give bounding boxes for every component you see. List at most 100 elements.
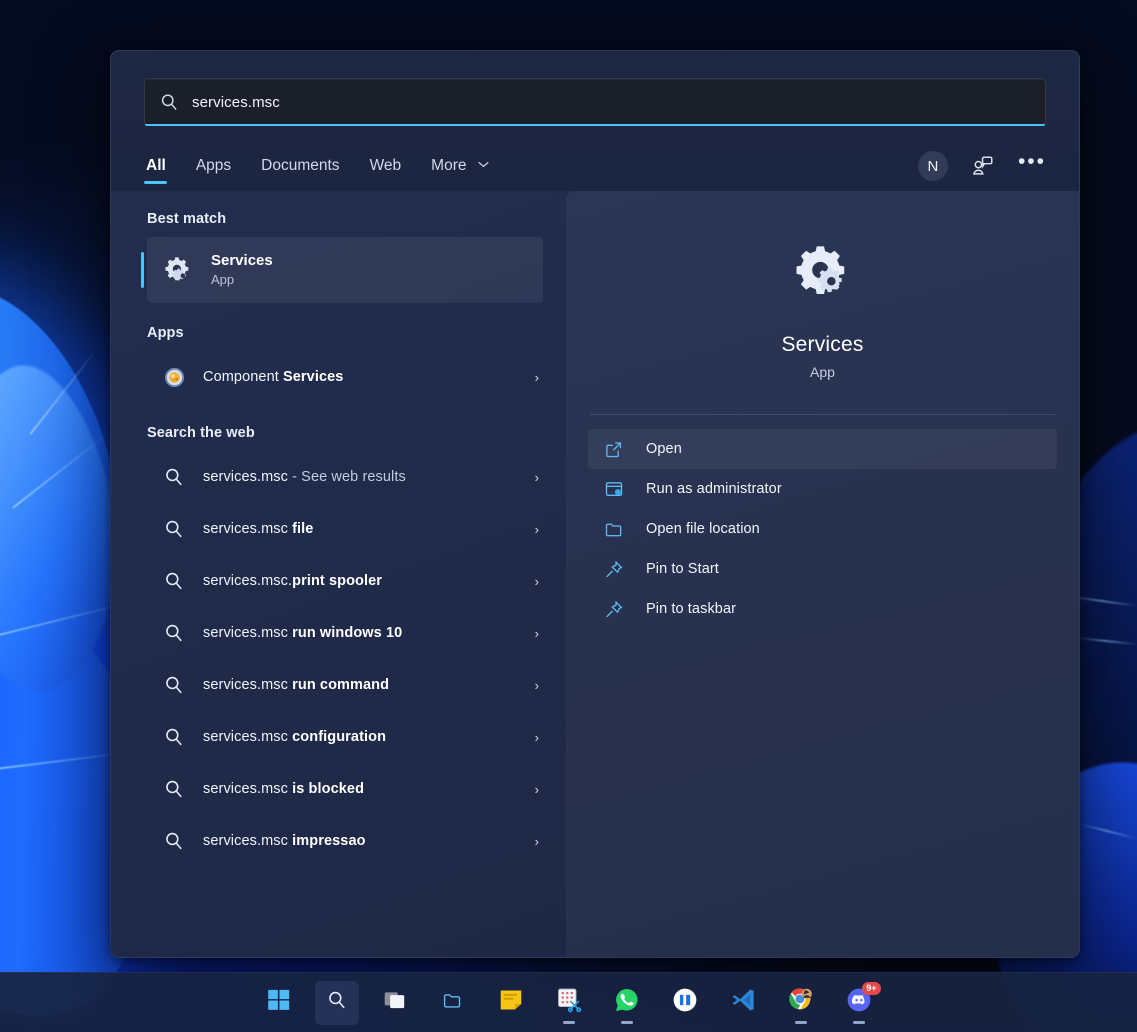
- task-view-button[interactable]: [373, 981, 417, 1025]
- action-label: Run as administrator: [646, 481, 782, 497]
- sticky-notes-button[interactable]: [489, 981, 533, 1025]
- web-result-label: services.msc file: [203, 521, 314, 537]
- whatsapp-icon: [614, 987, 640, 1018]
- action-label: Open: [646, 441, 682, 457]
- preview-header: Services App: [588, 209, 1057, 380]
- messenger-button[interactable]: [663, 981, 707, 1025]
- action-open[interactable]: Open: [588, 429, 1057, 469]
- start-button[interactable]: [257, 981, 301, 1025]
- tab-web-label: Web: [369, 157, 402, 174]
- chevron-right-icon[interactable]: ›: [535, 678, 539, 693]
- web-result-item[interactable]: services.msc.print spooler ›: [147, 555, 543, 607]
- taskbar: 9+: [0, 972, 1137, 1032]
- web-result-item[interactable]: services.msc configuration ›: [147, 711, 543, 763]
- best-match-subtitle: App: [211, 272, 235, 287]
- preview-actions-list: Open Run as administrator Open file locati…: [588, 429, 1057, 629]
- search-tabs: All Apps Documents Web More: [144, 154, 491, 188]
- running-indicator: [562, 1020, 575, 1024]
- file-explorer-button[interactable]: [431, 981, 475, 1025]
- tab-documents-label: Documents: [261, 157, 340, 174]
- web-result-item[interactable]: services.msc file ›: [147, 503, 543, 555]
- messenger-icon: [672, 987, 698, 1018]
- snipping-tool-button[interactable]: [547, 981, 591, 1025]
- chevron-right-icon[interactable]: ›: [535, 370, 539, 385]
- task-view-icon: [382, 987, 408, 1018]
- search-flyout: services.msc All Apps Documents Web More: [110, 50, 1080, 958]
- tab-more[interactable]: More: [429, 154, 491, 188]
- tab-all[interactable]: All: [144, 154, 168, 188]
- web-result-item[interactable]: services.msc is blocked ›: [147, 763, 543, 815]
- action-pin-to-start[interactable]: Pin to Start: [588, 549, 1057, 589]
- whatsapp-button[interactable]: [605, 981, 649, 1025]
- notification-badge: 9+: [862, 981, 881, 995]
- app-preview-panel: Services App Open Run as administrator Ope…: [566, 191, 1079, 957]
- feedback-icon[interactable]: [970, 153, 996, 179]
- list-item-label: Component Services: [203, 369, 344, 385]
- web-result-label: services.msc impressao: [203, 833, 366, 849]
- action-pin-to-taskbar[interactable]: Pin to taskbar: [588, 589, 1057, 629]
- gears-icon: [792, 241, 854, 303]
- search-icon: [159, 92, 179, 112]
- search-the-web-heading: Search the web: [147, 425, 255, 441]
- list-item-component-services[interactable]: Component Services ›: [147, 351, 543, 403]
- pin-icon: [604, 599, 624, 619]
- tab-apps[interactable]: Apps: [194, 154, 233, 188]
- search-input-value: services.msc: [192, 93, 280, 111]
- web-result-item[interactable]: services.msc - See web results ›: [147, 451, 543, 503]
- chevron-right-icon[interactable]: ›: [535, 522, 539, 537]
- results-column: Best match Services App Apps Component S…: [111, 191, 566, 957]
- discord-button[interactable]: 9+: [837, 981, 881, 1025]
- search-input[interactable]: services.msc: [144, 78, 1046, 126]
- tab-all-label: All: [146, 157, 166, 174]
- search-icon: [162, 777, 186, 801]
- web-result-item[interactable]: services.msc run windows 10 ›: [147, 607, 543, 659]
- chevron-right-icon[interactable]: ›: [535, 834, 539, 849]
- action-run-as-administrator[interactable]: Run as administrator: [588, 469, 1057, 509]
- action-open-file-location[interactable]: Open file location: [588, 509, 1057, 549]
- chevron-right-icon[interactable]: ›: [535, 626, 539, 641]
- gears-icon: [162, 254, 194, 286]
- preview-app-title: Services: [781, 333, 864, 356]
- windows-logo-icon: [266, 987, 292, 1018]
- tab-web[interactable]: Web: [368, 154, 404, 188]
- web-result-label: services.msc is blocked: [203, 781, 365, 797]
- chevron-right-icon[interactable]: ›: [535, 782, 539, 797]
- action-label: Pin to Start: [646, 561, 719, 577]
- search-body: Best match Services App Apps Component S…: [111, 191, 1079, 957]
- search-header: services.msc All Apps Documents Web More: [111, 51, 1079, 191]
- vscode-button[interactable]: [721, 981, 765, 1025]
- search-icon: [162, 569, 186, 593]
- web-result-label: services.msc run command: [203, 677, 390, 693]
- snipping-tool-icon: [556, 987, 582, 1018]
- preview-app-subtitle: App: [810, 364, 835, 380]
- chevron-right-icon[interactable]: ›: [535, 730, 539, 745]
- preview-divider: [590, 414, 1055, 415]
- search-icon: [162, 725, 186, 749]
- best-match-title: Services: [211, 252, 273, 269]
- search-icon: [162, 465, 186, 489]
- chevron-right-icon[interactable]: ›: [535, 574, 539, 589]
- web-result-label: services.msc run windows 10: [203, 625, 403, 641]
- web-result-item[interactable]: services.msc impressao ›: [147, 815, 543, 867]
- search-icon: [162, 517, 186, 541]
- avatar-initial: N: [927, 157, 939, 175]
- chevron-right-icon[interactable]: ›: [535, 470, 539, 485]
- action-label: Pin to taskbar: [646, 601, 737, 617]
- pin-icon: [604, 559, 624, 579]
- best-match-item-services[interactable]: Services App: [141, 237, 543, 303]
- search-icon: [162, 673, 186, 697]
- tab-apps-label: Apps: [195, 157, 232, 174]
- component-services-icon: [162, 365, 186, 389]
- web-result-item[interactable]: services.msc run command ›: [147, 659, 543, 711]
- account-avatar[interactable]: N: [917, 151, 948, 181]
- tab-more-label: More: [431, 157, 467, 174]
- sticky-note-icon: [498, 987, 524, 1018]
- chrome-button[interactable]: [779, 981, 823, 1025]
- more-options-button[interactable]: •••: [1018, 151, 1046, 175]
- running-indicator: [852, 1020, 865, 1024]
- tab-documents[interactable]: Documents: [259, 154, 341, 188]
- search-button[interactable]: [314, 980, 359, 1025]
- apps-heading: Apps: [147, 325, 184, 341]
- open-external-icon: [604, 439, 624, 459]
- shield-admin-icon: [604, 479, 624, 499]
